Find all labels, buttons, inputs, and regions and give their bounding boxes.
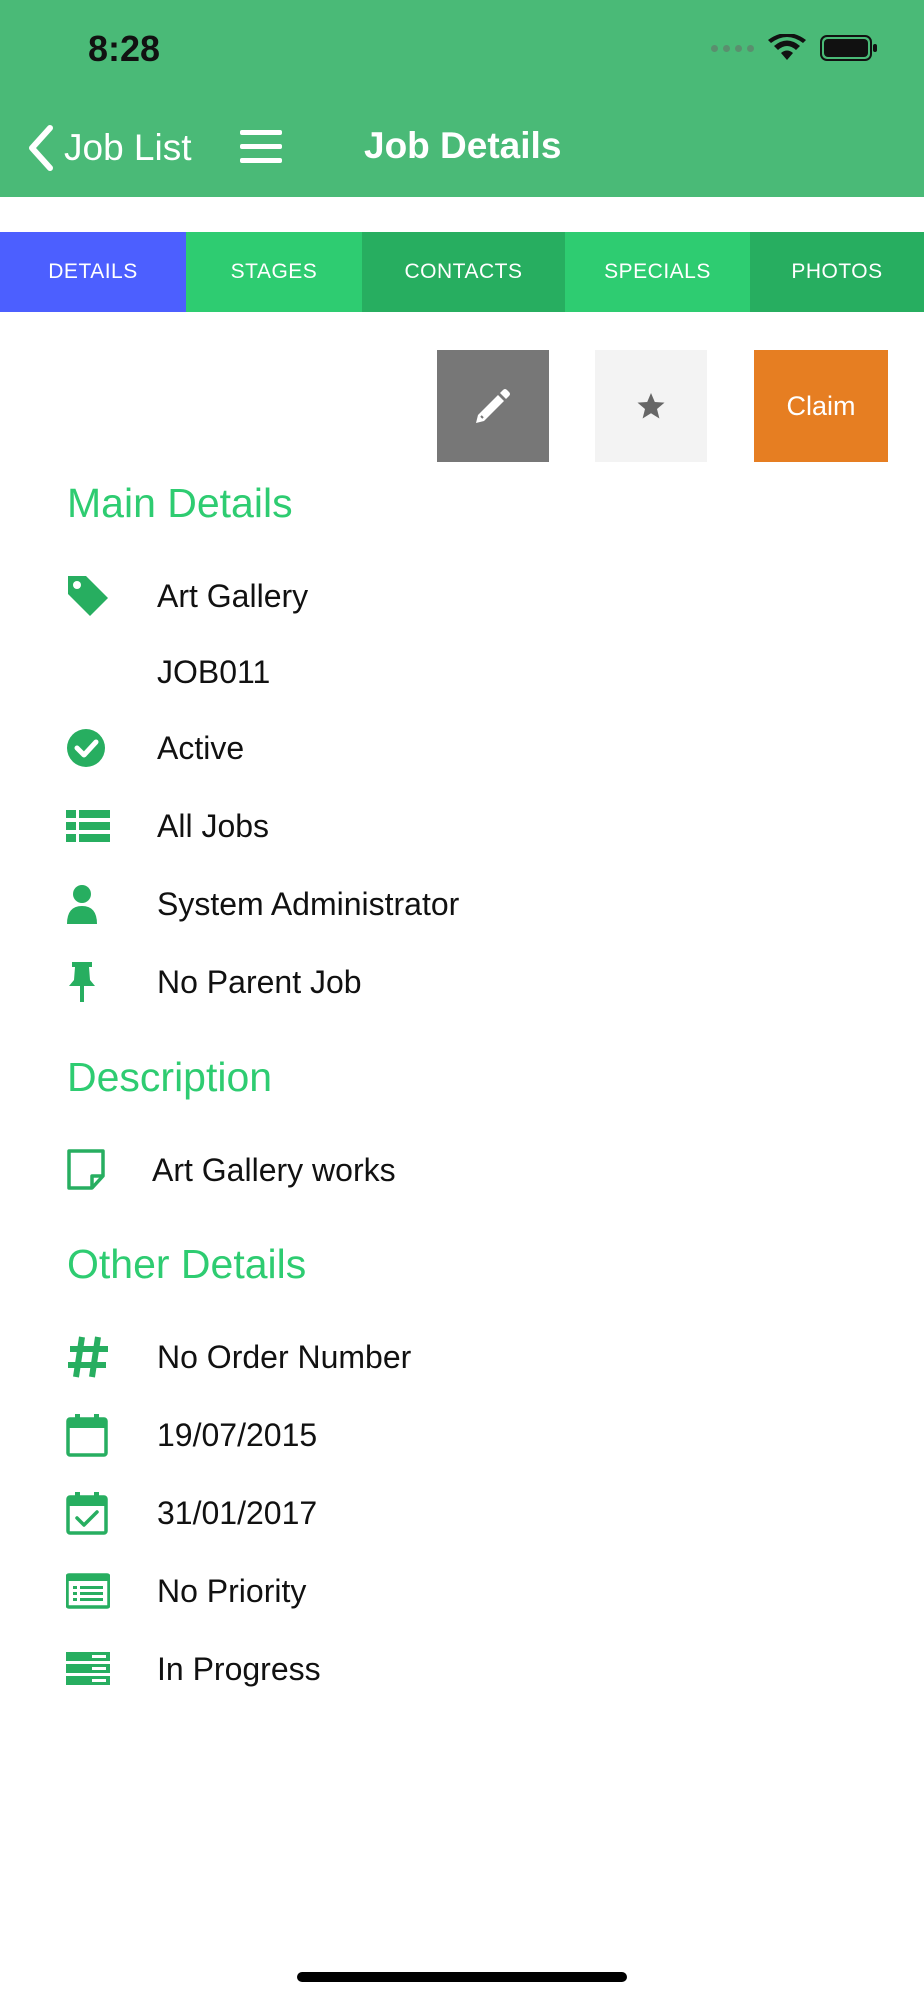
note-icon	[67, 1149, 105, 1190]
description-row: Art Gallery works	[0, 1140, 924, 1200]
start-date-row: 19/07/2015	[0, 1405, 924, 1465]
star-icon	[637, 393, 665, 419]
pushpin-icon	[69, 962, 95, 1002]
wifi-icon	[768, 34, 806, 60]
description-title: Description	[67, 1054, 273, 1100]
menu-button[interactable]	[240, 130, 282, 164]
page-title: Job Details	[364, 125, 562, 166]
signal-icon	[711, 44, 754, 52]
status-time: 8:28	[88, 28, 161, 69]
job-group-row: All Jobs	[0, 796, 924, 856]
app-header: 8:28 Job List Job Details	[0, 0, 924, 197]
back-label: Job List	[64, 127, 192, 168]
back-button[interactable]: Job List	[26, 120, 192, 176]
tab-stages[interactable]: STAGES	[186, 232, 362, 312]
tab-photos[interactable]: PHOTOS	[750, 232, 924, 312]
priority-row: No Priority	[0, 1561, 924, 1621]
tag-icon	[68, 576, 108, 616]
calendar-icon	[66, 1414, 108, 1457]
priority-list-icon	[66, 1573, 110, 1609]
pencil-icon	[476, 389, 510, 423]
list-icon	[66, 810, 110, 842]
edit-button[interactable]	[437, 350, 549, 462]
home-indicator	[297, 1972, 627, 1982]
favorite-button[interactable]	[595, 350, 707, 462]
assigned-user-row: System Administrator	[0, 874, 924, 934]
check-circle-icon	[67, 729, 105, 767]
calendar-check-icon	[66, 1492, 108, 1535]
tab-contacts[interactable]: CONTACTS	[362, 232, 565, 312]
chevron-left-icon	[29, 125, 53, 171]
parent-job-row: No Parent Job	[0, 952, 924, 1012]
tab-specials[interactable]: SPECIALS	[565, 232, 750, 312]
due-date-row: 31/01/2017	[0, 1483, 924, 1543]
battery-icon	[820, 35, 877, 61]
tab-bar: DETAILS STAGES CONTACTS SPECIALS PHOTOS	[0, 232, 924, 312]
status-row: Active	[0, 718, 924, 778]
claim-button[interactable]: Claim	[754, 350, 888, 462]
progress-row: In Progress	[0, 1639, 924, 1699]
status-stack-icon	[66, 1652, 110, 1685]
other-details-title: Other Details	[67, 1241, 307, 1287]
user-icon	[67, 885, 97, 924]
hash-icon	[68, 1336, 108, 1378]
tab-details[interactable]: DETAILS	[0, 232, 186, 312]
job-code-row: JOB011	[157, 654, 271, 690]
main-details-title: Main Details	[67, 480, 293, 526]
job-name-row: Art Gallery	[0, 566, 924, 626]
order-number-row: No Order Number	[0, 1327, 924, 1387]
status-indicators	[711, 34, 878, 62]
